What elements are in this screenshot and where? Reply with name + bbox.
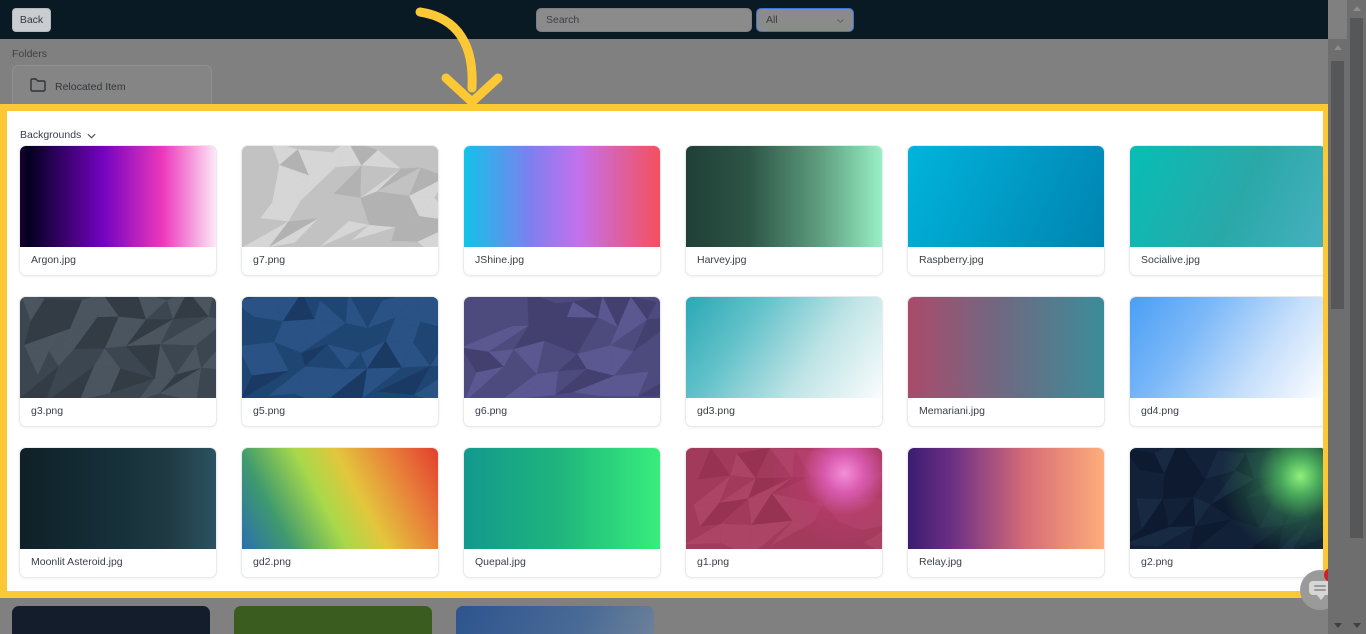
background-filename: Relay.jpg	[919, 556, 962, 568]
folder-icon	[30, 78, 46, 92]
background-filename: gd4.png	[1141, 405, 1179, 417]
inner-scrollbar-thumb[interactable]	[1331, 61, 1344, 309]
background-card[interactable]: g6.png	[463, 296, 661, 427]
background-card[interactable]: g5.png	[241, 296, 439, 427]
background-filename: Memariani.jpg	[919, 405, 985, 417]
background-thumbnail	[242, 146, 438, 254]
background-card[interactable]: JShine.jpg	[463, 145, 661, 276]
background-thumbnail	[20, 297, 216, 405]
page-scrollbar[interactable]	[1347, 0, 1366, 634]
background-thumbnail	[1130, 297, 1323, 398]
background-filename: gd2.png	[253, 556, 291, 568]
folder-card[interactable]: Relocated Item	[12, 65, 212, 108]
background-thumbnail[interactable]	[234, 606, 432, 634]
background-card[interactable]: Quepal.jpg	[463, 447, 661, 578]
search-input[interactable]	[536, 8, 752, 32]
background-card[interactable]: g3.png	[19, 296, 217, 427]
background-filename: g7.png	[253, 254, 286, 266]
triangle-up-icon[interactable]	[1328, 39, 1347, 56]
triangle-up-icon[interactable]	[1347, 0, 1366, 17]
background-card[interactable]: gd2.png	[241, 447, 439, 578]
background-filename: g1.png	[697, 556, 730, 568]
section-header-backgrounds[interactable]: Backgrounds	[20, 129, 97, 141]
background-card[interactable]: gd3.png	[685, 296, 883, 427]
inner-scrollbar[interactable]	[1328, 39, 1347, 634]
top-toolbar: Back All	[0, 0, 1328, 39]
background-thumbnail	[20, 448, 216, 549]
highlighted-backgrounds-panel: Backgrounds Argon.jpg g7.png JShine.jpg Ha…	[0, 104, 1330, 598]
folder-name: Relocated Item	[55, 81, 126, 93]
background-card[interactable]: g2.png	[1129, 447, 1323, 578]
background-thumbnail	[464, 297, 660, 404]
background-card[interactable]: gd4.png	[1129, 296, 1323, 427]
background-thumbnail	[686, 297, 882, 398]
page-scrollbar-thumb[interactable]	[1350, 18, 1363, 538]
background-filename: Moonlit Asteroid.jpg	[31, 556, 123, 568]
background-thumbnail	[908, 146, 1104, 247]
background-card[interactable]: Harvey.jpg	[685, 145, 883, 276]
background-filename: g6.png	[475, 405, 508, 417]
background-filename: Raspberry.jpg	[919, 254, 984, 266]
background-thumbnail[interactable]	[12, 606, 210, 634]
background-thumbnail	[242, 448, 438, 549]
next-row-preview	[0, 598, 1328, 634]
background-card[interactable]: Relay.jpg	[907, 447, 1105, 578]
background-thumbnail	[686, 448, 882, 556]
background-card[interactable]: Raspberry.jpg	[907, 145, 1105, 276]
folders-section: Folders Relocated Item	[0, 39, 1328, 110]
background-filename: Harvey.jpg	[697, 254, 747, 266]
filter-type-value: All	[766, 14, 778, 26]
background-thumbnail	[1130, 448, 1323, 555]
background-thumbnail	[908, 297, 1104, 398]
background-card[interactable]: Moonlit Asteroid.jpg	[19, 447, 217, 578]
background-thumbnail	[242, 297, 438, 404]
background-thumbnail	[464, 448, 660, 549]
backgrounds-grid-row: g3.png g5.png g6.png gd3.png Memariani.jpg…	[12, 296, 1323, 447]
background-card[interactable]: g7.png	[241, 145, 439, 276]
backgrounds-grid-row: Argon.jpg g7.png JShine.jpg Harvey.jpg Rasp…	[12, 145, 1323, 296]
background-card[interactable]: Socialive.jpg	[1129, 145, 1323, 276]
chevron-down-icon	[837, 19, 844, 24]
filter-type-select[interactable]: All	[756, 8, 854, 32]
background-card[interactable]: g1.png	[685, 447, 883, 578]
section-title: Backgrounds	[20, 129, 82, 141]
background-filename: Argon.jpg	[31, 254, 76, 266]
background-filename: Quepal.jpg	[475, 556, 526, 568]
back-button[interactable]: Back	[12, 8, 51, 32]
backgrounds-grid-row: Moonlit Asteroid.jpg gd2.png Quepal.jpg g1…	[12, 447, 1323, 591]
background-card[interactable]: Memariani.jpg	[907, 296, 1105, 427]
chevron-down-icon	[87, 133, 96, 139]
triangle-down-icon[interactable]	[1347, 617, 1366, 634]
background-thumbnail	[908, 448, 1104, 549]
background-thumbnail	[686, 146, 882, 247]
backgrounds-grid: Argon.jpg g7.png JShine.jpg Harvey.jpg Rasp…	[12, 145, 1323, 591]
background-thumbnail	[464, 146, 660, 247]
background-filename: g2.png	[1141, 556, 1174, 568]
background-filename: g3.png	[31, 405, 64, 417]
background-filename: g5.png	[253, 405, 286, 417]
background-thumbnail	[1130, 146, 1323, 247]
background-filename: gd3.png	[697, 405, 735, 417]
background-thumbnail	[20, 146, 216, 247]
triangle-down-icon[interactable]	[1328, 617, 1347, 634]
background-filename: JShine.jpg	[475, 254, 525, 266]
folders-heading: Folders	[12, 48, 48, 60]
background-card[interactable]: Argon.jpg	[19, 145, 217, 276]
background-filename: Socialive.jpg	[1141, 254, 1200, 266]
background-thumbnail[interactable]	[456, 606, 654, 634]
app-root: Back All Folders Relocated Item Backgrou…	[0, 0, 1366, 634]
